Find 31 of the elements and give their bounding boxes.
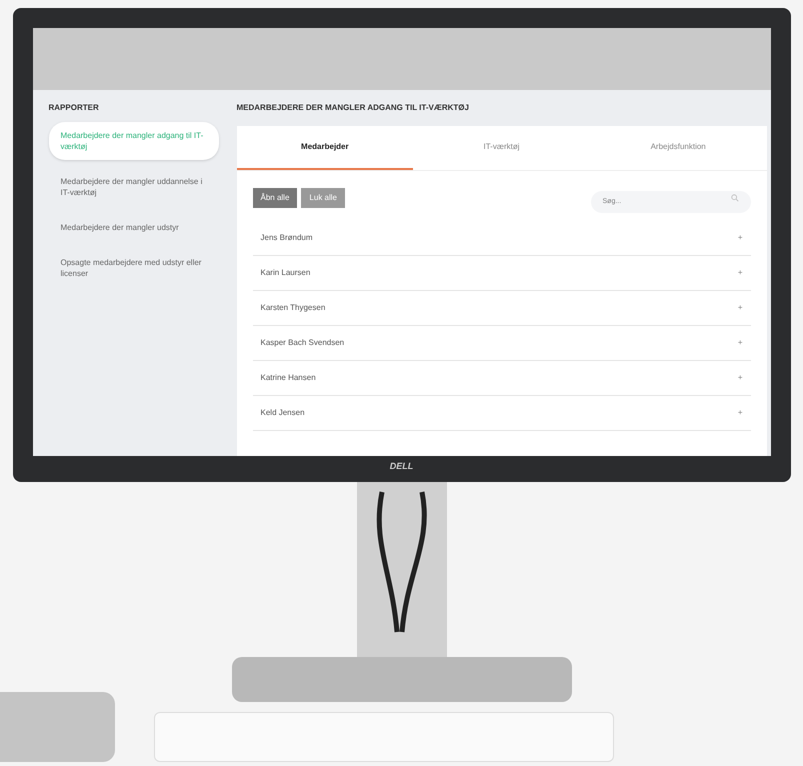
sidebar-heading: RAPPORTER — [48, 102, 100, 114]
employee-row[interactable]: Karin Laursen + — [252, 256, 750, 291]
tab[interactable]: Arbejdsfunktion — [590, 126, 767, 170]
sidebar-item[interactable]: Medarbejdere der mangler udstyr — [48, 214, 218, 241]
employee-name: Katrine Hansen — [260, 372, 316, 384]
sidebar-item[interactable]: Medarbejdere der mangler adgang til IT-værktøj — [48, 122, 218, 160]
toggle-all-button[interactable]: Luk alle — [301, 188, 345, 208]
tab[interactable]: Medarbejder — [236, 126, 414, 170]
search-icon — [730, 194, 738, 202]
page-heading: MEDARBEJDERE DER MANGLER ADGANG TIL IT-VÆRKTØJ — [236, 102, 470, 114]
employee-row[interactable]: Kasper Bach Svendsen + — [252, 326, 750, 361]
expand-toggle[interactable]: + — [738, 267, 742, 279]
toggle-all-button[interactable]: Åbn alle — [252, 188, 298, 208]
employee-name: Kasper Bach Svendsen — [260, 337, 344, 349]
expand-toggle[interactable]: + — [738, 372, 742, 384]
sidebar-item[interactable]: Opsagte medarbejdere med udstyr eller licenser — [48, 249, 218, 287]
employee-row[interactable]: Keld Jensen + — [252, 396, 750, 431]
expand-toggle[interactable]: + — [738, 232, 742, 244]
employee-row[interactable]: Karsten Thygesen + — [252, 291, 750, 326]
expand-toggle[interactable]: + — [738, 302, 742, 314]
employee-name: Jens Brøndum — [260, 232, 313, 244]
tab[interactable]: IT-værktøj — [413, 126, 590, 170]
employee-name: Karin Laursen — [260, 267, 310, 279]
sidebar-item[interactable]: Medarbejdere der mangler uddannelse i IT-værktøj — [48, 168, 218, 206]
expand-toggle[interactable]: + — [738, 337, 742, 349]
employee-row[interactable]: Katrine Hansen + — [252, 361, 750, 396]
employee-name: Karsten Thygesen — [260, 302, 326, 314]
expand-toggle[interactable]: + — [738, 407, 742, 419]
employee-name: Keld Jensen — [260, 407, 305, 419]
employee-row[interactable]: Jens Brøndum + — [252, 221, 750, 256]
monitor-logo: DELL — [390, 460, 414, 473]
